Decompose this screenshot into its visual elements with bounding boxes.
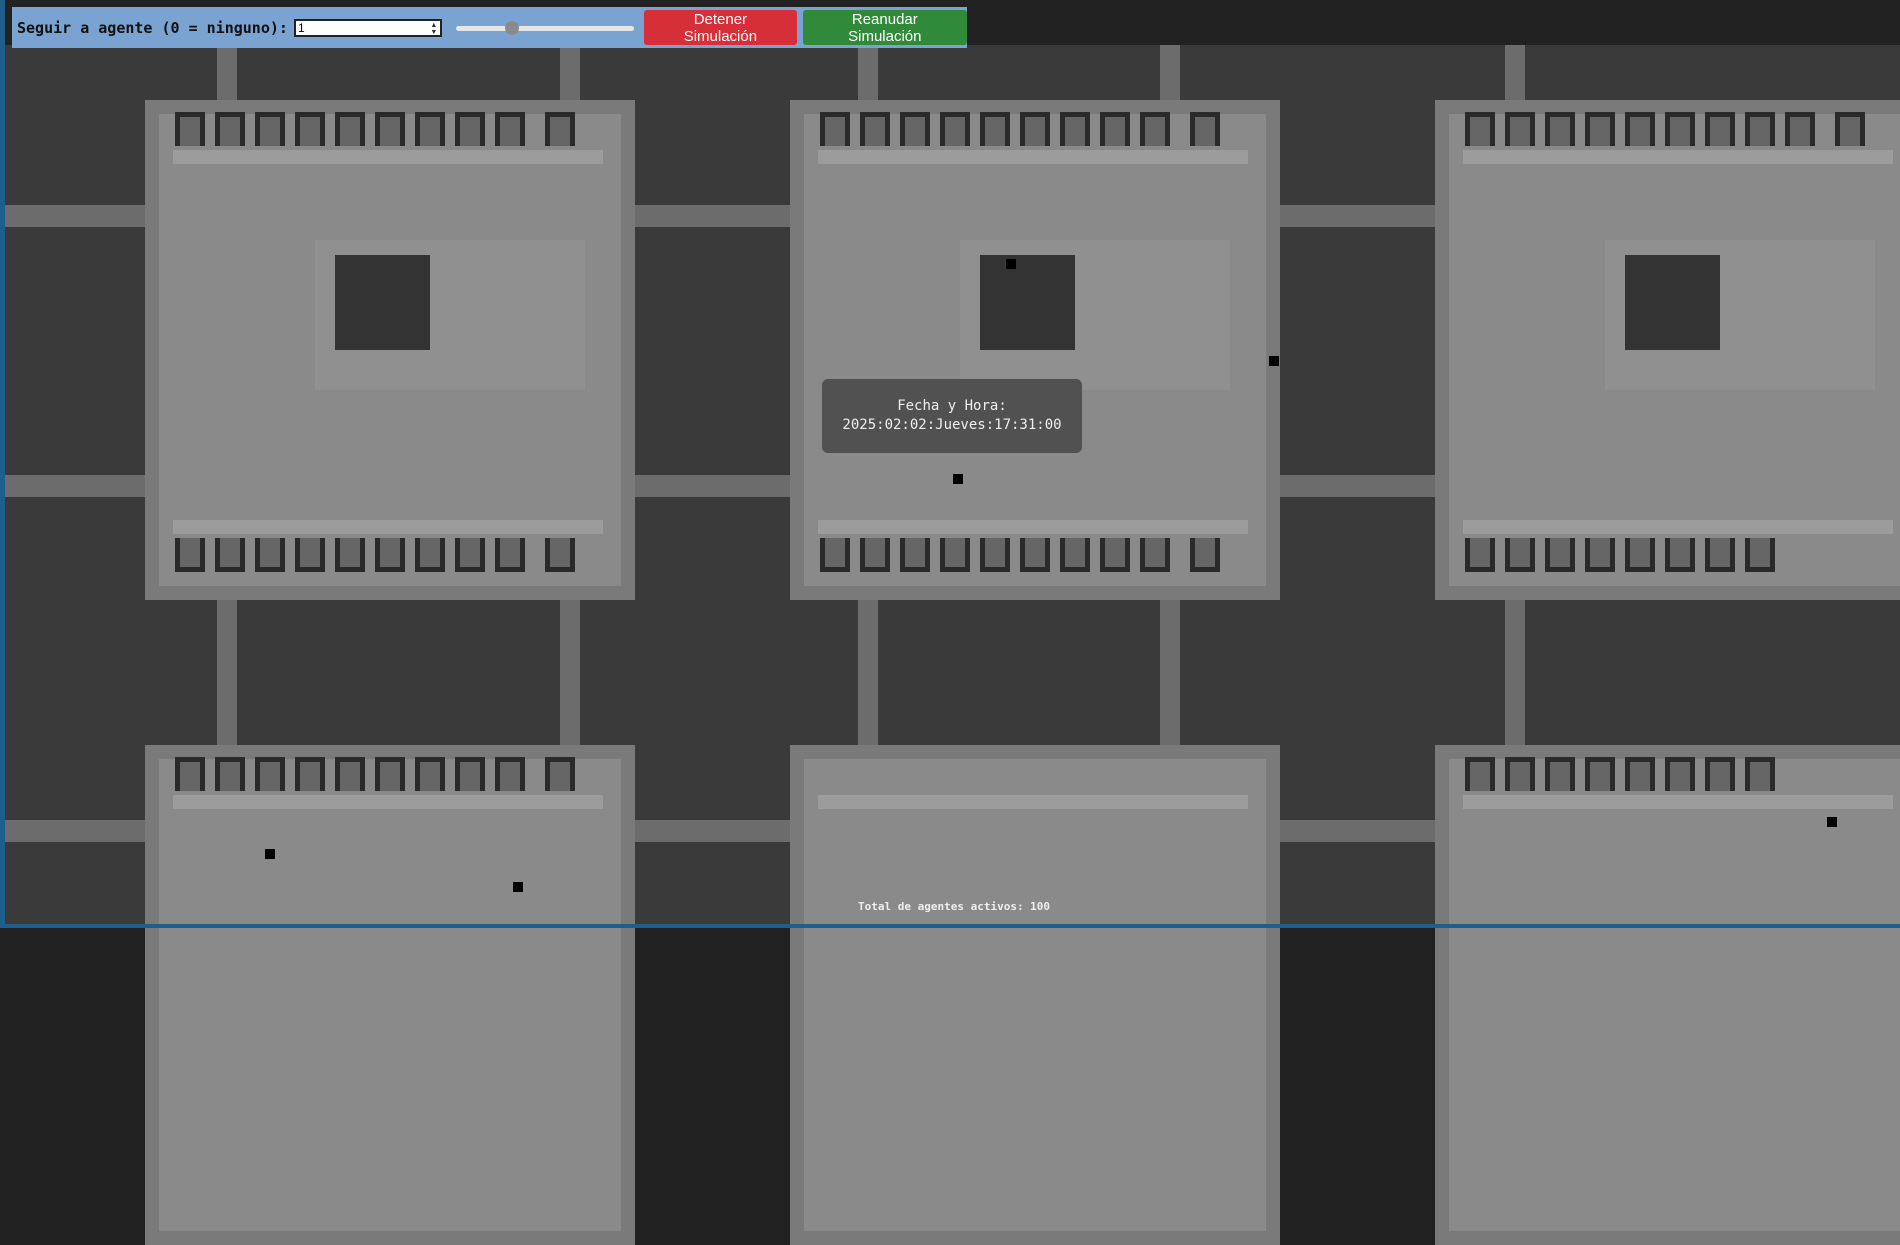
datetime-value: 2025:02:02:Jueves:17:31:00: [842, 417, 1062, 433]
city-block: [145, 745, 635, 1245]
agent-dot[interactable]: [265, 849, 275, 859]
datetime-overlay: Fecha y Hora: 2025:02:02:Jueves:17:31:00: [822, 379, 1082, 453]
agent-dot[interactable]: [1006, 259, 1016, 269]
speed-slider[interactable]: [456, 18, 635, 38]
spinner-arrows-icon[interactable]: ▲ ▼: [430, 22, 437, 36]
agent-dot[interactable]: [1269, 356, 1279, 366]
city-block: [790, 100, 1280, 600]
total-agents-text: Total de agentes activos: 100: [858, 900, 1051, 913]
city-block: [1435, 100, 1900, 600]
agent-number-value: 1: [297, 20, 305, 35]
agent-dot[interactable]: [1827, 817, 1837, 827]
datetime-label: Fecha y Hora:: [897, 398, 1007, 414]
agent-dot[interactable]: [953, 474, 963, 484]
simulation-canvas[interactable]: [5, 45, 1900, 1245]
city-block: [790, 745, 1280, 1245]
slider-thumb[interactable]: [505, 20, 520, 35]
resume-simulation-button[interactable]: Reanudar Simulación: [802, 10, 967, 45]
window-frame-bottom: [0, 924, 1900, 928]
control-bar: Seguir a agente (0 = ninguno): 1 ▲ ▼ Dete…: [12, 7, 967, 48]
agent-dot[interactable]: [513, 882, 523, 892]
stop-simulation-button[interactable]: Detener Simulación: [644, 10, 797, 45]
city-block: [145, 100, 635, 600]
follow-agent-label: Seguir a agente (0 = ninguno):: [17, 18, 288, 37]
agent-number-input[interactable]: 1 ▲ ▼: [293, 18, 443, 37]
slider-track: [456, 25, 635, 31]
